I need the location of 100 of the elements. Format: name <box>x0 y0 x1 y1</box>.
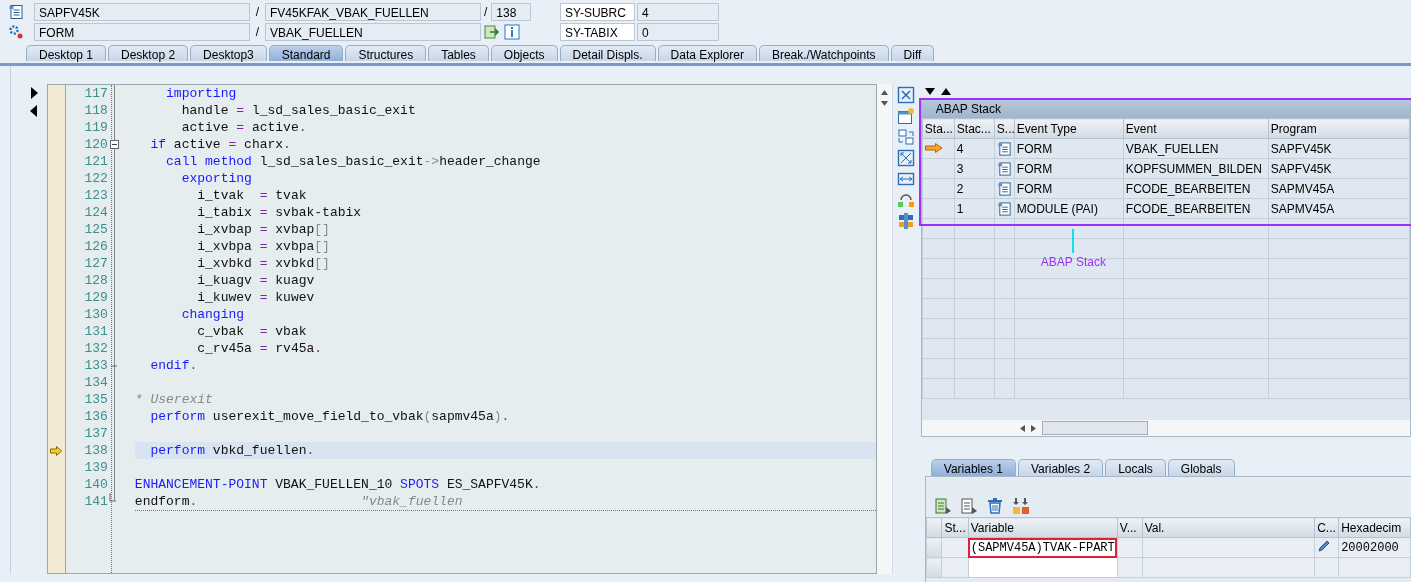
tab[interactable]: Objects <box>490 45 558 61</box>
line-number: 121 <box>83 153 108 170</box>
code-line: changing <box>180 306 246 323</box>
tab[interactable]: Structures <box>345 45 427 61</box>
line-number: 124 <box>83 204 108 221</box>
new-window-icon[interactable] <box>896 107 915 125</box>
line-number: 136 <box>83 408 108 425</box>
object-field: SAPFV45K <box>34 3 250 21</box>
code-line: i_tvak = tvak <box>196 187 308 204</box>
column-header[interactable]: Sta... <box>922 118 955 139</box>
scroll-up-icon[interactable] <box>881 90 888 95</box>
code-line: i_kuagv = kuagv <box>196 272 316 289</box>
code-line: call method l_sd_sales_basic_exit->header_change <box>165 153 542 170</box>
line-number: 130 <box>83 306 108 323</box>
tab[interactable]: Variables 1 <box>930 459 1016 476</box>
branch-icon[interactable] <box>896 191 915 209</box>
expand-icon[interactable] <box>896 149 915 167</box>
code-line: i_xvbpa = xvbpa[] <box>196 238 331 255</box>
code-line: importing <box>165 85 238 102</box>
trash-icon[interactable] <box>985 497 1004 515</box>
column-header[interactable]: C... <box>1314 517 1339 538</box>
line-number: 132 <box>83 340 108 357</box>
scrollbar-thumb[interactable] <box>1041 421 1148 435</box>
program-icon <box>996 140 1012 157</box>
info-icon[interactable] <box>504 24 520 40</box>
code-line: c_vbak = vbak <box>196 323 308 340</box>
play-right-icon[interactable] <box>29 87 38 99</box>
tool-icon[interactable] <box>896 212 915 230</box>
move-down-icon[interactable] <box>924 88 935 95</box>
tab[interactable]: Diff <box>890 45 935 61</box>
line-number: 118 <box>83 102 108 119</box>
line-number: 140 <box>83 476 108 493</box>
swap-icon[interactable] <box>896 128 915 146</box>
column-header[interactable]: Variable <box>968 517 1118 538</box>
column-header[interactable]: Stac... <box>954 118 995 139</box>
goto-icon[interactable] <box>484 24 500 40</box>
code-line: if active = charx. <box>149 136 292 153</box>
scroll-left-icon[interactable] <box>1019 424 1025 432</box>
column-header[interactable]: St... <box>941 517 969 538</box>
merge-icon[interactable] <box>1011 497 1030 515</box>
document-arrow-icon[interactable] <box>959 497 978 515</box>
tab[interactable]: Standard <box>268 45 344 61</box>
tab[interactable]: Break./Watchpoints <box>758 45 889 61</box>
name-field: VBAK_FUELLEN <box>265 23 481 41</box>
code-line: endif. <box>149 357 199 374</box>
column-header[interactable]: Event Type <box>1014 118 1124 139</box>
tab[interactable]: Globals <box>1167 459 1235 476</box>
program-icon <box>996 160 1012 177</box>
code-line: perform userexit_move_field_to_vbak(sapmv45a). <box>149 408 511 425</box>
move-up-icon[interactable] <box>940 88 951 95</box>
tab[interactable]: Desktop 1 <box>26 45 107 61</box>
variable-name-cell[interactable]: (SAPMV45A)TVAK-FPART <box>968 537 1118 558</box>
column-header[interactable]: S... <box>994 118 1015 139</box>
close-box-icon[interactable] <box>896 86 915 104</box>
tab[interactable]: Desktop3 <box>190 45 267 61</box>
column-header[interactable]: Program <box>1268 118 1410 139</box>
code-line: * Userexit <box>134 391 214 408</box>
line-number: 119 <box>83 119 108 136</box>
code-line: endform. "vbak_fuellen <box>134 493 877 511</box>
line-number: 126 <box>83 238 108 255</box>
gear-icon <box>8 24 24 40</box>
code-line: exporting <box>180 170 253 187</box>
callout-label: ABAP Stack <box>1040 255 1106 269</box>
program-icon <box>996 180 1012 197</box>
system-field-name: SY-SUBRC <box>560 3 635 21</box>
resize-width-icon[interactable] <box>896 170 915 188</box>
line-number: 123 <box>83 187 108 204</box>
line-number: 120 <box>83 136 108 153</box>
tab[interactable]: Tables <box>428 45 489 61</box>
scroll-right-icon[interactable] <box>1030 424 1036 432</box>
line-number: 122 <box>83 170 108 187</box>
line-number: 117 <box>83 85 108 102</box>
play-left-icon[interactable] <box>29 105 38 117</box>
column-header[interactable]: Hexadecim <box>1338 517 1411 538</box>
object-field: FORM <box>34 23 250 41</box>
tab[interactable]: Variables 2 <box>1017 459 1104 476</box>
code-line: i_kuwev = kuwev <box>196 289 316 306</box>
column-header[interactable]: V... <box>1117 517 1143 538</box>
column-header[interactable]: Val. <box>1142 517 1315 538</box>
line-number-field: 138 <box>491 3 532 21</box>
line-number: 128 <box>83 272 108 289</box>
tab[interactable]: Desktop 2 <box>108 45 189 61</box>
code-line: i_tabix = svbak-tabix <box>196 204 363 221</box>
current-line-arrow-icon <box>50 445 63 456</box>
current-arrow-icon <box>924 142 943 153</box>
tab[interactable]: Data Explorer <box>657 45 757 61</box>
line-number: 129 <box>83 289 108 306</box>
line-number: 137 <box>83 425 108 442</box>
column-header[interactable]: Event <box>1123 118 1269 139</box>
collapse-icon[interactable] <box>109 140 119 149</box>
line-number: 141 <box>83 493 108 510</box>
line-number: 131 <box>83 323 108 340</box>
list-arrow-icon[interactable] <box>933 497 952 515</box>
program-icon <box>996 200 1012 217</box>
tab[interactable]: Detail Displs. <box>559 45 656 61</box>
scroll-down-icon[interactable] <box>881 101 888 106</box>
code-line: handle = l_sd_sales_basic_exit <box>180 102 417 119</box>
code-line: i_xvbap = xvbap[] <box>196 221 331 238</box>
tab[interactable]: Locals <box>1105 459 1166 476</box>
code-line: active = active. <box>180 119 308 136</box>
